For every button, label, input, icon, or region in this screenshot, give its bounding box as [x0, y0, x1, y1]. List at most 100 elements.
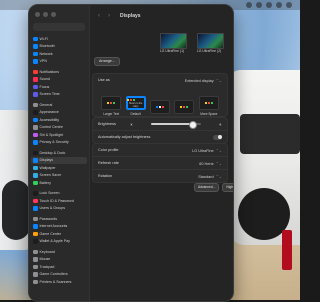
resolution-thumbnail-inner: [107, 102, 116, 104]
night-shift-button[interactable]: Night Shift...: [222, 183, 233, 192]
sidebar-item-privacy-security[interactable]: Privacy & Security: [31, 139, 87, 147]
search-field[interactable]: [33, 23, 85, 31]
sidebar-item-wallet-apple-pay[interactable]: Wallet & Apple Pay: [31, 238, 87, 246]
sidebar-item-label: Wallet & Apple Pay: [39, 239, 70, 244]
sidebar-item-desktop-dock[interactable]: Desktop & Dock: [31, 149, 87, 157]
toolbar: ‹ › Displays: [90, 5, 233, 27]
app-icon-dot: [159, 106, 162, 108]
display-thumbnail-1[interactable]: [160, 33, 187, 49]
hand-icon: [33, 140, 38, 145]
resolution-thumbnail-inner: Here's to the crazy: [126, 98, 145, 108]
sun-small-icon: ☀: [129, 121, 134, 127]
auto-brightness-label: Automatically adjust brightness: [98, 135, 151, 139]
resolution-thumbnail-inner: [204, 102, 213, 104]
sidebar-item-screen-saver[interactable]: Screen Saver: [31, 172, 87, 180]
sidebar-item-lock-screen[interactable]: Lock Screen: [31, 190, 87, 198]
minimize-button[interactable]: [43, 12, 48, 17]
color-profile-select[interactable]: LG UltraFine ⌃⌄: [192, 148, 222, 153]
sidebar-item-touch-id-password[interactable]: Touch ID & Password: [31, 197, 87, 205]
arrange-button[interactable]: Arrange...: [94, 57, 120, 66]
sidebar-item-sound[interactable]: Sound: [31, 76, 87, 84]
sidebar-item-label: Passwords: [39, 216, 58, 221]
sidebar-item-label: Appearance: [39, 110, 59, 115]
sidebar-item-network[interactable]: Network: [31, 50, 87, 58]
resolution-option[interactable]: [148, 100, 172, 116]
siri-icon: [33, 132, 38, 137]
app-icon-dot: [156, 106, 159, 108]
sidebar-item-general[interactable]: General: [31, 101, 87, 109]
sidebar-item-appearance[interactable]: Appearance: [31, 109, 87, 117]
sidebar-item-label: Game Center: [39, 231, 62, 236]
sidebar-item-notifications[interactable]: Notifications: [31, 68, 87, 76]
advanced-button[interactable]: Advanced...: [194, 183, 220, 192]
sidebar-item-mouse[interactable]: Mouse: [31, 256, 87, 264]
resolution-option[interactable]: Here's to the crazy Default: [123, 96, 147, 116]
sidebar-item-control-centre[interactable]: Control Centre: [31, 124, 87, 132]
sidebar-item-keyboard[interactable]: Keyboard: [31, 248, 87, 256]
sun-large-icon: ☀: [218, 121, 222, 127]
brightness-slider[interactable]: [150, 121, 201, 129]
resolution-thumbnail: [174, 100, 195, 114]
brightness-knob[interactable]: [188, 121, 197, 129]
color-profile-label: Color profile: [98, 148, 119, 152]
display-thumbnail-2[interactable]: [197, 33, 224, 49]
sidebar-item-bluetooth[interactable]: Bluetooth: [31, 43, 87, 51]
rotation-value: Standard: [198, 174, 214, 179]
control-centre-icon: [33, 125, 38, 130]
menubar-status-icon[interactable]: [246, 2, 252, 8]
zoom-button[interactable]: [51, 12, 56, 17]
sidebar-item-passwords[interactable]: Passwords: [31, 215, 87, 223]
resolution-option-label: More Space: [200, 112, 218, 116]
sidebar-item-users-groups[interactable]: Users & Groups: [31, 205, 87, 213]
forward-button[interactable]: ›: [106, 13, 112, 19]
brightness-row: Brightness ☀ ☀: [93, 118, 227, 130]
app-icon-dot: [210, 102, 213, 104]
sidebar-item-internet-accounts[interactable]: Internet Accounts: [31, 223, 87, 231]
sidebar-item-accessibility[interactable]: Accessibility: [31, 116, 87, 124]
sidebar-item-battery[interactable]: Battery: [31, 179, 87, 187]
screensaver-icon: [33, 173, 38, 178]
display-label-1: LG UltraFine (1): [159, 49, 185, 53]
menubar-status-icon[interactable]: [276, 2, 282, 8]
sidebar-item-game-controllers[interactable]: Game Controllers: [31, 271, 87, 279]
use-as-row: Use as Extended display ⌃⌄: [93, 74, 227, 86]
sidebar-item-printers-scanners[interactable]: Printers & Scanners: [31, 278, 87, 286]
resolution-option[interactable]: [172, 100, 196, 116]
sidebar-item-label: Privacy & Security: [39, 140, 69, 145]
sidebar-item-siri-spotlight[interactable]: Siri & Spotlight: [31, 131, 87, 139]
app-icons-preview: [204, 102, 213, 104]
resolution-option[interactable]: Larger Text: [99, 96, 123, 116]
menubar-status-icon[interactable]: [286, 2, 292, 8]
refresh-rate-select[interactable]: 60 Hertz ⌃⌄: [199, 161, 222, 166]
resolution-thumbnail-inner: [180, 106, 189, 108]
display-settings-panel: Color profile LG UltraFine ⌃⌄ Refresh rat…: [92, 143, 228, 183]
sidebar-item-trackpad[interactable]: Trackpad: [31, 263, 87, 271]
dock-icon: [33, 150, 38, 155]
wallpaper-truck-right: [230, 70, 300, 270]
back-button[interactable]: ‹: [96, 13, 102, 19]
sidebar-item-vpn[interactable]: VPN: [31, 58, 87, 66]
sidebar-item-label: Screen Time: [39, 92, 60, 97]
sidebar-item-label: Focus: [39, 84, 50, 89]
network-icon: [33, 51, 38, 56]
rotation-select[interactable]: Standard ⌃⌄: [198, 174, 222, 179]
sidebar-item-label: Desktop & Dock: [39, 150, 66, 155]
sidebar-item-wi-fi[interactable]: Wi-Fi: [31, 35, 87, 43]
main-content: ‹ › Displays LG UltraFine (1) LG UltraFi…: [90, 5, 233, 301]
menubar-status-icon[interactable]: [266, 2, 272, 8]
sidebar-item-screen-time[interactable]: Screen Time: [31, 91, 87, 99]
window-controls: [35, 12, 56, 17]
auto-brightness-toggle[interactable]: [213, 134, 222, 140]
sidebar-item-game-center[interactable]: Game Center: [31, 230, 87, 238]
sidebar-item-label: Touch ID & Password: [39, 198, 74, 203]
menubar-status-icon[interactable]: [256, 2, 262, 8]
sidebar-item-focus[interactable]: Focus: [31, 83, 87, 91]
use-as-select[interactable]: Extended display ⌃⌄: [185, 78, 222, 83]
sidebar-item-displays[interactable]: Displays: [31, 156, 87, 164]
color-profile-row: Color profile LG UltraFine ⌃⌄: [93, 144, 227, 156]
resolution-option[interactable]: More Space: [197, 96, 221, 116]
close-button[interactable]: [35, 12, 40, 17]
sidebar-item-wallpaper[interactable]: Wallpaper: [31, 164, 87, 172]
refresh-rate-label: Refresh rate: [98, 161, 119, 165]
bell-icon: [33, 69, 38, 74]
